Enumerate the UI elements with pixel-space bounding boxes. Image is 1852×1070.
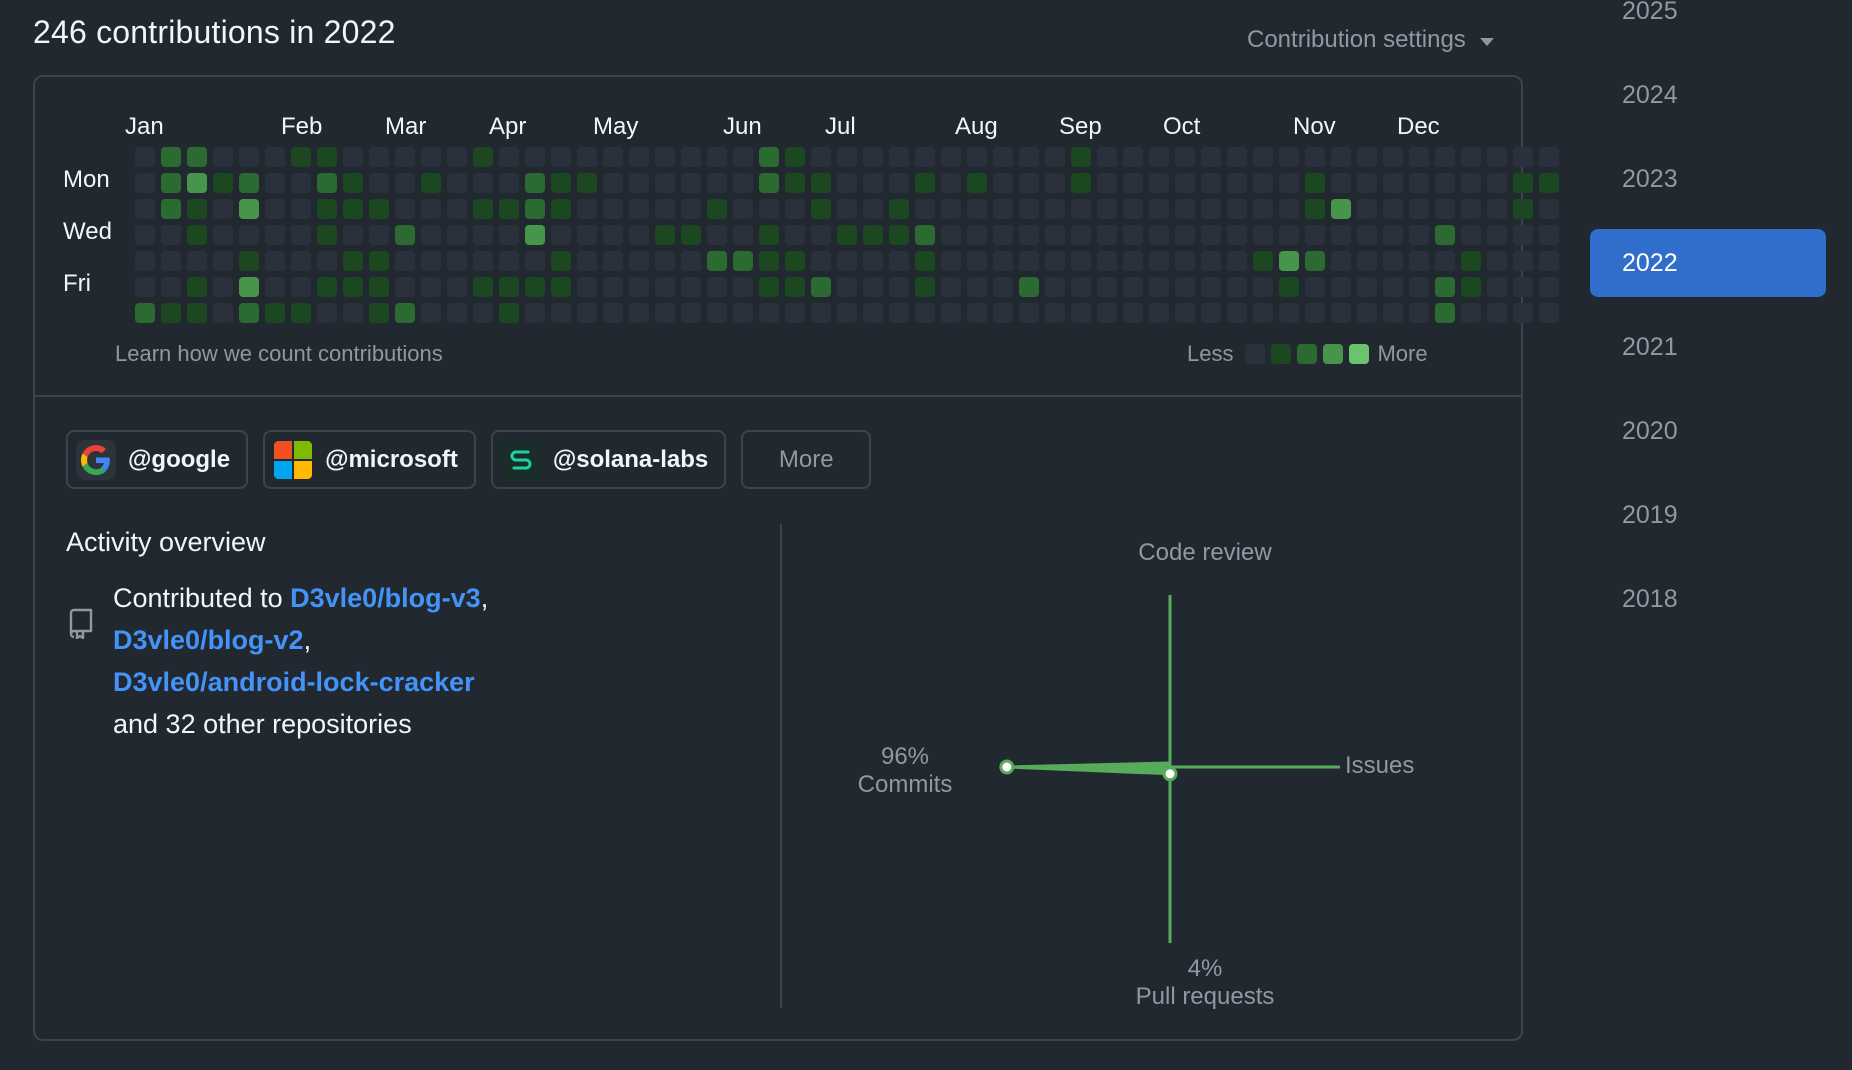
contributions-title: 246 contributions in 2022 [33,14,396,50]
caret-down-icon [1479,37,1494,46]
contribution-settings-dropdown[interactable]: Contribution settings [1247,26,1494,54]
contribution-day-cell[interactable] [1539,199,1559,219]
contribution-card: Jan Feb Mar Apr May Jun Jul Aug Sep Oct … [33,75,1559,1041]
year-link-2022[interactable]: 2022 [1590,229,1826,297]
contribution-day-cell[interactable] [1539,251,1559,271]
year-link-2021[interactable]: 2021 [1590,313,1826,381]
contribution-day-cell[interactable] [1539,277,1559,297]
contribution-settings-label: Contribution settings [1247,26,1466,53]
contribution-day-cell[interactable] [1539,147,1559,167]
radar-point-pull-requests [1162,766,1178,782]
year-link-2018[interactable]: 2018 [1590,565,1826,633]
radar-point-commits [999,759,1015,775]
year-link-2019[interactable]: 2019 [1590,481,1826,549]
contribution-day-cell[interactable] [1539,303,1559,323]
year-link-2025[interactable]: 2025 [1590,0,1826,45]
radar-shape [1005,761,1172,776]
contribution-day-cell[interactable] [1539,225,1559,245]
contribution-day-cell[interactable] [1539,173,1559,193]
year-link-2024[interactable]: 2024 [1590,61,1826,129]
year-link-2023[interactable]: 2023 [1590,145,1826,213]
activity-radar-chart [999,595,1340,943]
year-link-2020[interactable]: 2020 [1590,397,1826,465]
